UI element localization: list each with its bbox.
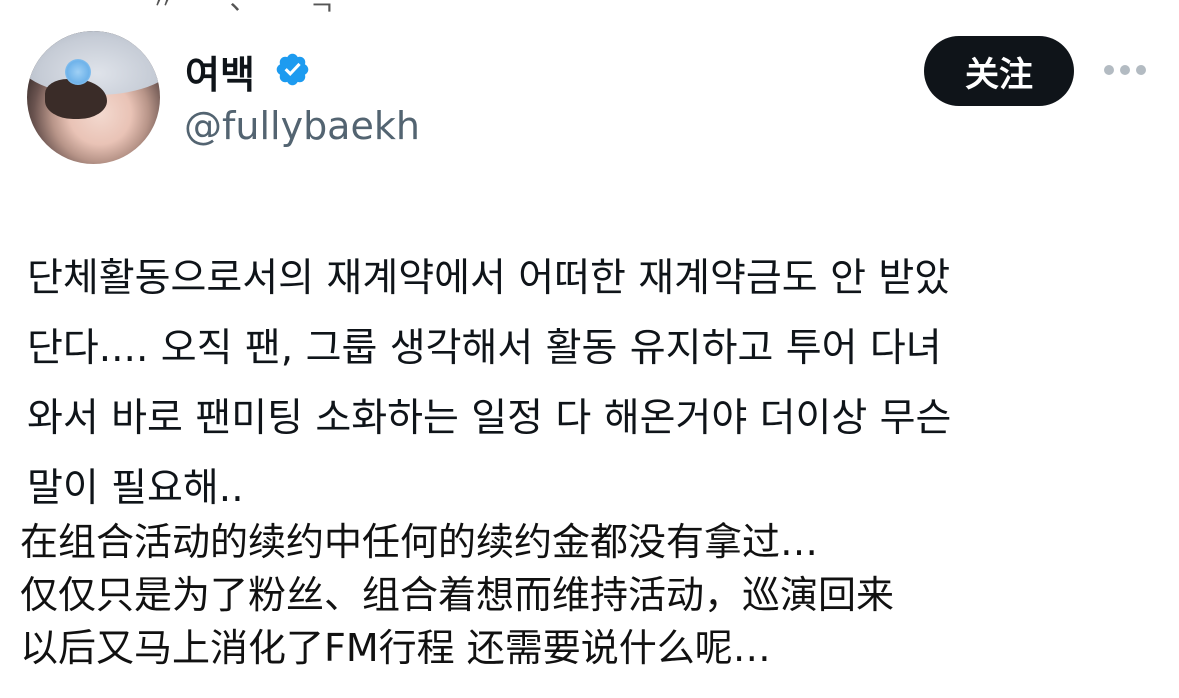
tweet-line: 단다.... 오직 팬, 그룹 생각해서 활동 유지하고 투어 다녀 <box>27 326 942 371</box>
avatar[interactable] <box>27 31 160 164</box>
clipped-bottom-text: ー ー ー ー ーー 一 ー ーー <box>28 684 446 698</box>
translation-line: 在组合活动的续约中任何的续约金都没有拿过… <box>20 520 819 564</box>
avatar-flower-shape <box>65 59 91 85</box>
tweet-line: 말이 필요해.. <box>27 466 244 511</box>
translation-line: 仅仅只是为了粉丝、组合着想而维持活动，巡演回来 <box>20 573 895 617</box>
ellipsis-icon[interactable] <box>1100 52 1150 88</box>
user-handle[interactable]: @fullybaekh <box>184 104 420 148</box>
follow-button[interactable]: 关注 <box>924 36 1074 106</box>
verified-badge-icon <box>276 53 309 86</box>
display-name[interactable]: 여백 <box>185 44 255 99</box>
tweet-line: 단체활동으로서의 재계약에서 어떠한 재계약금도 안 받았 <box>27 256 951 301</box>
translation-overlay-chinese: 在组合活动的续约中任何的续约金都没有拿过… 仅仅只是为了粉丝、组合着想而维持活动… <box>20 516 1160 675</box>
tweet-screenshot: 〃 ᆢ 、 ᄂ ᆨ ᄉ 여백 @fullybaekh 关注 단체활동으로서의 재… <box>0 0 1179 698</box>
avatar-hair-shape <box>45 79 107 119</box>
translation-line: 以后又马上消化了FM行程 还需要说什么呢… <box>20 626 771 670</box>
tweet-header: 여백 @fullybaekh 关注 <box>0 0 1179 180</box>
tweet-text-korean: 단체활동으로서의 재계약에서 어떠한 재계약금도 안 받았 단다.... 오직 … <box>27 244 1167 524</box>
tweet-line: 와서 바로 팬미팅 소화하는 일정 다 해온거야 더이상 무슨 <box>27 396 952 441</box>
